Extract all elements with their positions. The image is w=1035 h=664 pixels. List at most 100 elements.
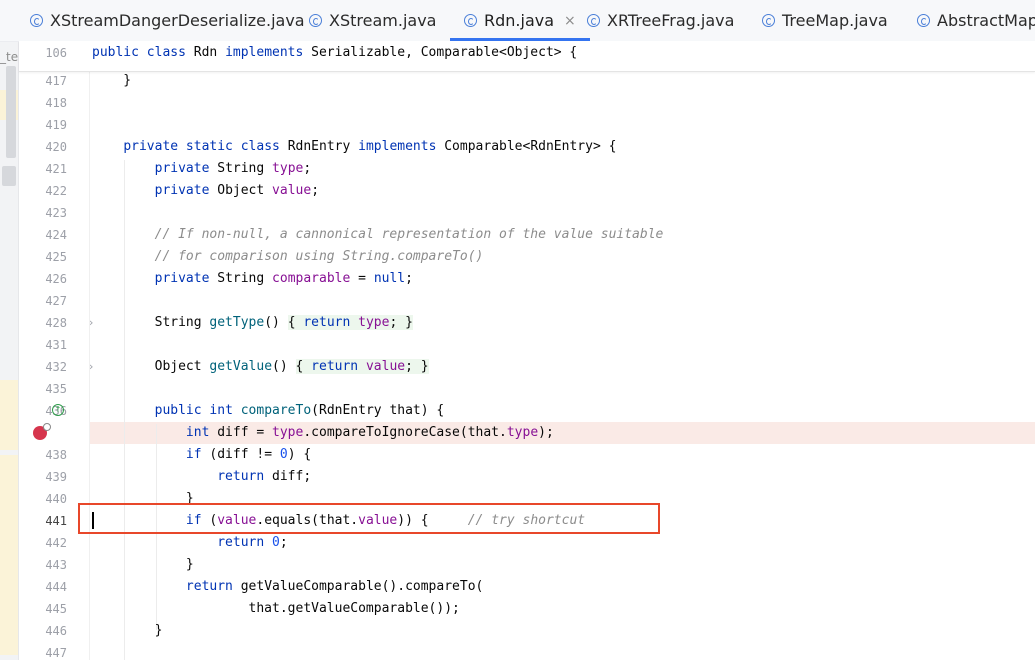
code-token: () xyxy=(264,315,288,330)
code-line[interactable]: String getType() { return type; } xyxy=(92,312,413,334)
tab-treemap[interactable]: TreeMap.java xyxy=(762,0,888,41)
code-token: value xyxy=(272,183,312,198)
code-line[interactable]: int diff = type.compareToIgnoreCase(that… xyxy=(92,422,554,444)
code-token: = xyxy=(350,271,374,286)
code-token: return xyxy=(217,469,273,484)
code-line[interactable]: public int compareTo(RdnEntry that) { xyxy=(92,400,445,422)
code-token: .compareToIgnoreCase(that. xyxy=(303,425,507,440)
code-line[interactable]: } xyxy=(92,70,131,92)
code-token: if xyxy=(185,447,210,462)
line-number: 418 xyxy=(45,96,67,110)
code-line[interactable]: // If non-null, a cannonical representat… xyxy=(92,224,664,246)
line-number: 426 xyxy=(45,272,67,286)
code-token: { xyxy=(295,359,312,374)
tab-label: AbstractMap.ja xyxy=(937,11,1035,30)
tab-label: TreeMap.java xyxy=(782,11,888,30)
highlight-box xyxy=(78,503,660,534)
code-line[interactable]: } xyxy=(92,620,163,642)
strip-highlight-2 xyxy=(0,380,18,450)
code-token: comparable xyxy=(272,271,351,286)
code-line[interactable]: return diff; xyxy=(92,466,311,488)
code-token: int xyxy=(185,425,218,440)
code-token: public class xyxy=(92,45,194,60)
code-line[interactable]: private String comparable = null; xyxy=(92,268,413,290)
strip-text-fragment: _te xyxy=(0,50,18,64)
class-c-icon xyxy=(30,14,43,27)
code-token: 0 xyxy=(279,447,288,462)
line-number: 421 xyxy=(45,162,67,176)
line-number: 438 xyxy=(45,448,67,462)
code-token: Serializable, Comparable<Object> { xyxy=(311,45,578,60)
code-token: Rdn xyxy=(193,45,226,60)
code-token: Comparable<RdnEntry> { xyxy=(444,139,617,154)
code-token: () xyxy=(272,359,296,374)
text-caret xyxy=(92,512,94,529)
line-number: 419 xyxy=(45,118,67,132)
sticky-code-line: public class Rdn implements Serializable… xyxy=(92,42,577,64)
line-number: 445 xyxy=(45,602,67,616)
left-tool-strip: _te xyxy=(0,0,19,660)
code-token: ; xyxy=(405,271,413,286)
code-line[interactable]: if (diff != 0) { xyxy=(92,444,311,466)
line-number: 435 xyxy=(45,382,67,396)
code-token: } xyxy=(92,623,163,638)
code-line[interactable]: return 0; xyxy=(92,532,288,554)
line-number: 422 xyxy=(45,184,67,198)
code-line[interactable]: private static class RdnEntry implements… xyxy=(92,136,616,158)
class-c-icon xyxy=(309,14,322,27)
tab-abstractmap[interactable]: AbstractMap.ja xyxy=(917,0,1035,41)
tab-xrtreefrag[interactable]: XRTreeFrag.java xyxy=(587,0,734,41)
gutter-divider xyxy=(89,41,90,660)
code-token: private xyxy=(154,161,218,176)
line-number: 432 xyxy=(45,360,67,374)
code-token: return xyxy=(303,315,359,330)
sticky-class-header[interactable]: 106 public class Rdn implements Serializ… xyxy=(19,41,1035,72)
line-number-gutter[interactable]: 417 418 419 420 421 422 423 424 425 426 427 428 › 431… xyxy=(19,41,93,660)
code-token: String xyxy=(92,315,210,330)
code-token: Object xyxy=(92,359,210,374)
code-token: (diff != xyxy=(209,447,280,462)
code-token: // If non-null, a cannonical representat… xyxy=(154,227,664,242)
code-line[interactable]: } xyxy=(92,554,194,576)
tab-xstreamdangerdeserialize[interactable]: XStreamDangerDeserialize.java xyxy=(30,0,305,41)
code-token: type xyxy=(358,315,390,330)
code-token: type xyxy=(272,161,304,176)
tab-label: XStreamDangerDeserialize.java xyxy=(50,11,305,30)
code-token: } xyxy=(405,315,413,330)
implements-icon[interactable]: ↑ xyxy=(52,404,64,416)
code-token: private xyxy=(154,183,218,198)
editor-tab-bar: XStreamDangerDeserialize.java XStream.ja… xyxy=(0,0,1035,42)
sticky-line-number: 106 xyxy=(45,46,67,60)
code-token: Object xyxy=(217,183,273,198)
tab-rdn[interactable]: Rdn.java × xyxy=(450,0,590,41)
line-number: 427 xyxy=(45,294,67,308)
class-c-icon xyxy=(464,14,477,27)
code-token: getValue xyxy=(209,359,273,374)
line-number: 444 xyxy=(45,580,67,594)
strip-marker xyxy=(2,166,16,186)
code-line[interactable]: private String type; xyxy=(92,158,312,180)
code-line[interactable]: // for comparison using String.compareTo… xyxy=(92,246,484,268)
tab-label: XStream.java xyxy=(329,11,437,30)
strip-scroll-thumb[interactable] xyxy=(6,66,16,158)
code-token: { xyxy=(287,315,304,330)
code-line[interactable]: return getValueComparable().compareTo( xyxy=(92,576,483,598)
close-icon[interactable]: × xyxy=(564,13,576,29)
line-number: 439 xyxy=(45,470,67,484)
code-line[interactable]: Object getValue() { return value; } xyxy=(92,356,429,378)
code-line[interactable]: private Object value; xyxy=(92,180,319,202)
line-number: 431 xyxy=(45,338,67,352)
code-token: ; xyxy=(279,535,288,550)
tab-xstream[interactable]: XStream.java xyxy=(309,0,436,41)
code-line[interactable]: that.getValueComparable()); xyxy=(92,598,460,620)
code-token: ); xyxy=(538,425,554,440)
line-number: 442 xyxy=(45,536,67,550)
breakpoint-icon[interactable] xyxy=(33,423,51,440)
